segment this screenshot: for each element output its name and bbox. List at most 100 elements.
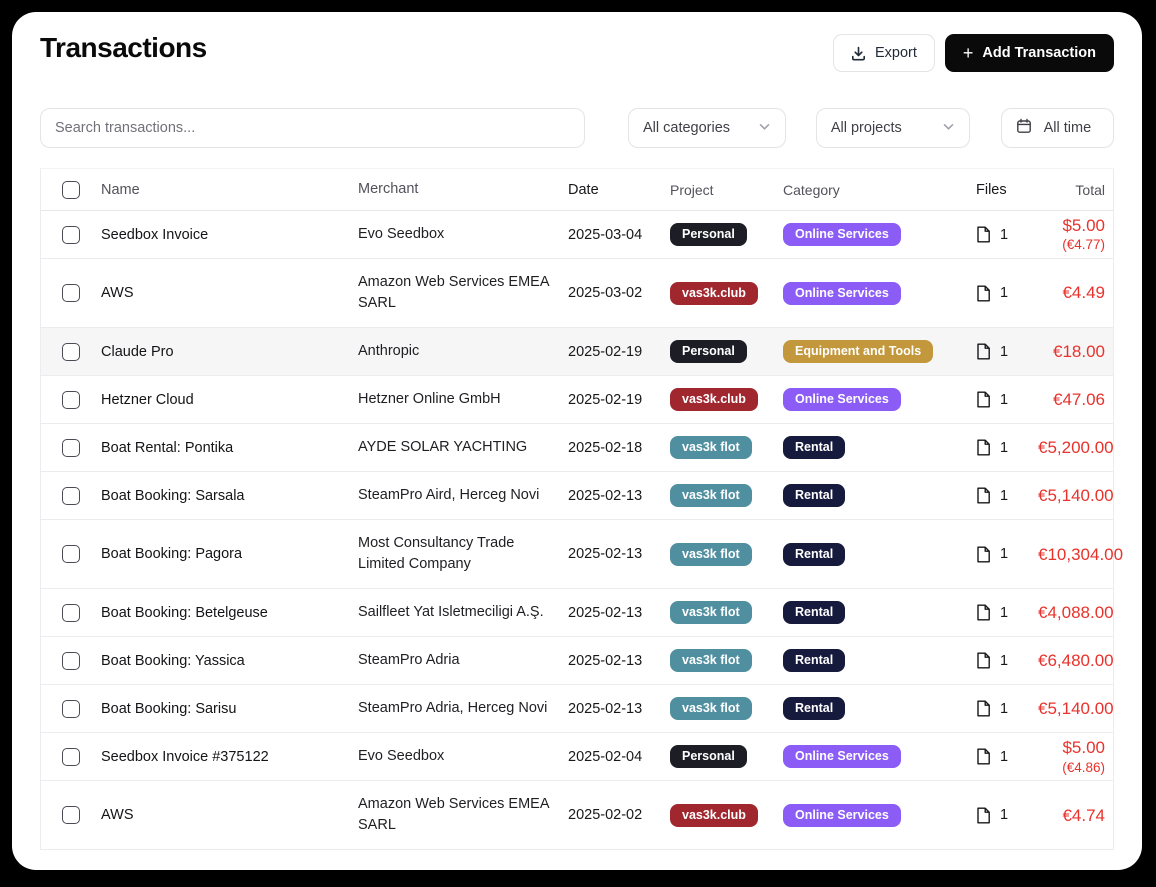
- column-header-merchant: Merchant: [358, 179, 568, 200]
- files-cell: 1: [976, 487, 1038, 504]
- transaction-total: €5,140.00: [1038, 485, 1114, 506]
- categories-filter-label: All categories: [643, 120, 730, 136]
- add-transaction-button[interactable]: + Add Transaction: [945, 34, 1114, 72]
- files-cell: 1: [976, 439, 1038, 456]
- search-box[interactable]: [40, 108, 585, 148]
- files-count: 1: [1000, 440, 1008, 456]
- table-row[interactable]: Boat Booking: Yassica SteamPro Adria 202…: [41, 637, 1113, 685]
- row-checkbox[interactable]: [62, 343, 80, 361]
- export-button[interactable]: Export: [833, 34, 935, 72]
- plus-icon: +: [963, 44, 974, 62]
- projects-filter-label: All projects: [831, 120, 902, 136]
- file-icon: [976, 652, 991, 669]
- filter-bar: All categories All projects All time: [40, 108, 1114, 148]
- chevron-down-icon: [758, 120, 771, 137]
- transaction-merchant: Anthropic: [358, 328, 568, 375]
- column-header-name: Name: [101, 182, 358, 198]
- row-checkbox[interactable]: [62, 700, 80, 718]
- table-row[interactable]: Boat Booking: Sarsala SteamPro Aird, Her…: [41, 472, 1113, 520]
- transaction-date: 2025-02-13: [568, 546, 670, 562]
- transaction-name: Seedbox Invoice: [101, 214, 358, 256]
- files-count: 1: [1000, 344, 1008, 360]
- row-checkbox[interactable]: [62, 604, 80, 622]
- row-checkbox[interactable]: [62, 545, 80, 563]
- transaction-total: €5,140.00: [1038, 698, 1114, 719]
- time-range-label: All time: [1044, 120, 1092, 136]
- file-icon: [976, 807, 991, 824]
- table-row[interactable]: Hetzner Cloud Hetzner Online GmbH 2025-0…: [41, 376, 1113, 424]
- projects-filter[interactable]: All projects: [816, 108, 970, 148]
- project-badge: vas3k flot: [670, 484, 752, 507]
- files-count: 1: [1000, 488, 1008, 504]
- transaction-total: $5.00: [1038, 215, 1105, 236]
- column-header-files: Files: [976, 182, 1038, 198]
- files-cell: 1: [976, 652, 1038, 669]
- table-row[interactable]: AWS Amazon Web Services EMEA SARL 2025-0…: [41, 781, 1113, 850]
- transaction-date: 2025-02-13: [568, 701, 670, 717]
- transaction-name: Claude Pro: [101, 331, 358, 373]
- category-badge: Rental: [783, 601, 845, 624]
- transaction-name: Boat Booking: Sarisu: [101, 688, 358, 730]
- transaction-date: 2025-03-04: [568, 227, 670, 243]
- download-icon: [851, 46, 866, 61]
- column-header-category: Category: [783, 182, 976, 198]
- files-count: 1: [1000, 227, 1008, 243]
- table-row[interactable]: Boat Booking: Pagora Most Consultancy Tr…: [41, 520, 1113, 589]
- row-checkbox[interactable]: [62, 652, 80, 670]
- row-checkbox[interactable]: [62, 487, 80, 505]
- transaction-date: 2025-02-19: [568, 344, 670, 360]
- category-badge: Online Services: [783, 223, 901, 246]
- table-row[interactable]: AWS Amazon Web Services EMEA SARL 2025-0…: [41, 259, 1113, 328]
- table-row[interactable]: Boat Rental: Pontika AYDE SOLAR YACHTING…: [41, 424, 1113, 472]
- page-title: Transactions: [40, 30, 207, 64]
- files-count: 1: [1000, 749, 1008, 765]
- files-cell: 1: [976, 604, 1038, 621]
- row-checkbox[interactable]: [62, 806, 80, 824]
- project-badge: vas3k flot: [670, 543, 752, 566]
- category-badge: Rental: [783, 649, 845, 672]
- row-checkbox[interactable]: [62, 284, 80, 302]
- project-badge: Personal: [670, 745, 747, 768]
- transaction-merchant: Amazon Web Services EMEA SARL: [358, 259, 568, 327]
- transaction-total: €4.74: [1038, 805, 1105, 826]
- transaction-date: 2025-02-19: [568, 392, 670, 408]
- transaction-merchant: AYDE SOLAR YACHTING: [358, 424, 568, 471]
- project-badge: vas3k flot: [670, 436, 752, 459]
- table-row[interactable]: Seedbox Invoice #375122 Evo Seedbox 2025…: [41, 733, 1113, 781]
- transaction-date: 2025-02-13: [568, 653, 670, 669]
- files-count: 1: [1000, 807, 1008, 823]
- file-icon: [976, 343, 991, 360]
- transaction-date: 2025-02-04: [568, 749, 670, 765]
- transaction-total-converted: (€4.86): [1038, 759, 1105, 777]
- files-count: 1: [1000, 285, 1008, 301]
- search-input[interactable]: [55, 120, 570, 136]
- project-badge: Personal: [670, 340, 747, 363]
- transaction-merchant: Evo Seedbox: [358, 211, 568, 258]
- transaction-merchant: Hetzner Online GmbH: [358, 376, 568, 423]
- file-icon: [976, 226, 991, 243]
- table-row[interactable]: Boat Booking: Sarisu SteamPro Adria, Her…: [41, 685, 1113, 733]
- files-cell: 1: [976, 226, 1038, 243]
- category-badge: Rental: [783, 543, 845, 566]
- transaction-total: €10,304.00: [1038, 544, 1123, 565]
- categories-filter[interactable]: All categories: [628, 108, 786, 148]
- table-body: Seedbox Invoice Evo Seedbox 2025-03-04 P…: [41, 211, 1113, 850]
- category-badge: Rental: [783, 484, 845, 507]
- transaction-date: 2025-03-02: [568, 285, 670, 301]
- file-icon: [976, 748, 991, 765]
- table-row[interactable]: Boat Booking: Betelgeuse Sailfleet Yat I…: [41, 589, 1113, 637]
- row-checkbox[interactable]: [62, 748, 80, 766]
- transaction-date: 2025-02-18: [568, 440, 670, 456]
- table-row[interactable]: Seedbox Invoice Evo Seedbox 2025-03-04 P…: [41, 211, 1113, 259]
- row-checkbox[interactable]: [62, 226, 80, 244]
- table-row[interactable]: Claude Pro Anthropic 2025-02-19 Personal…: [41, 328, 1113, 376]
- export-button-label: Export: [875, 45, 917, 61]
- row-checkbox[interactable]: [62, 439, 80, 457]
- row-checkbox[interactable]: [62, 391, 80, 409]
- files-cell: 1: [976, 343, 1038, 360]
- column-header-date: Date: [568, 182, 670, 198]
- category-badge: Online Services: [783, 804, 901, 827]
- select-all-checkbox[interactable]: [62, 181, 80, 199]
- time-range-filter[interactable]: All time: [1001, 108, 1114, 148]
- transaction-name: Hetzner Cloud: [101, 379, 358, 421]
